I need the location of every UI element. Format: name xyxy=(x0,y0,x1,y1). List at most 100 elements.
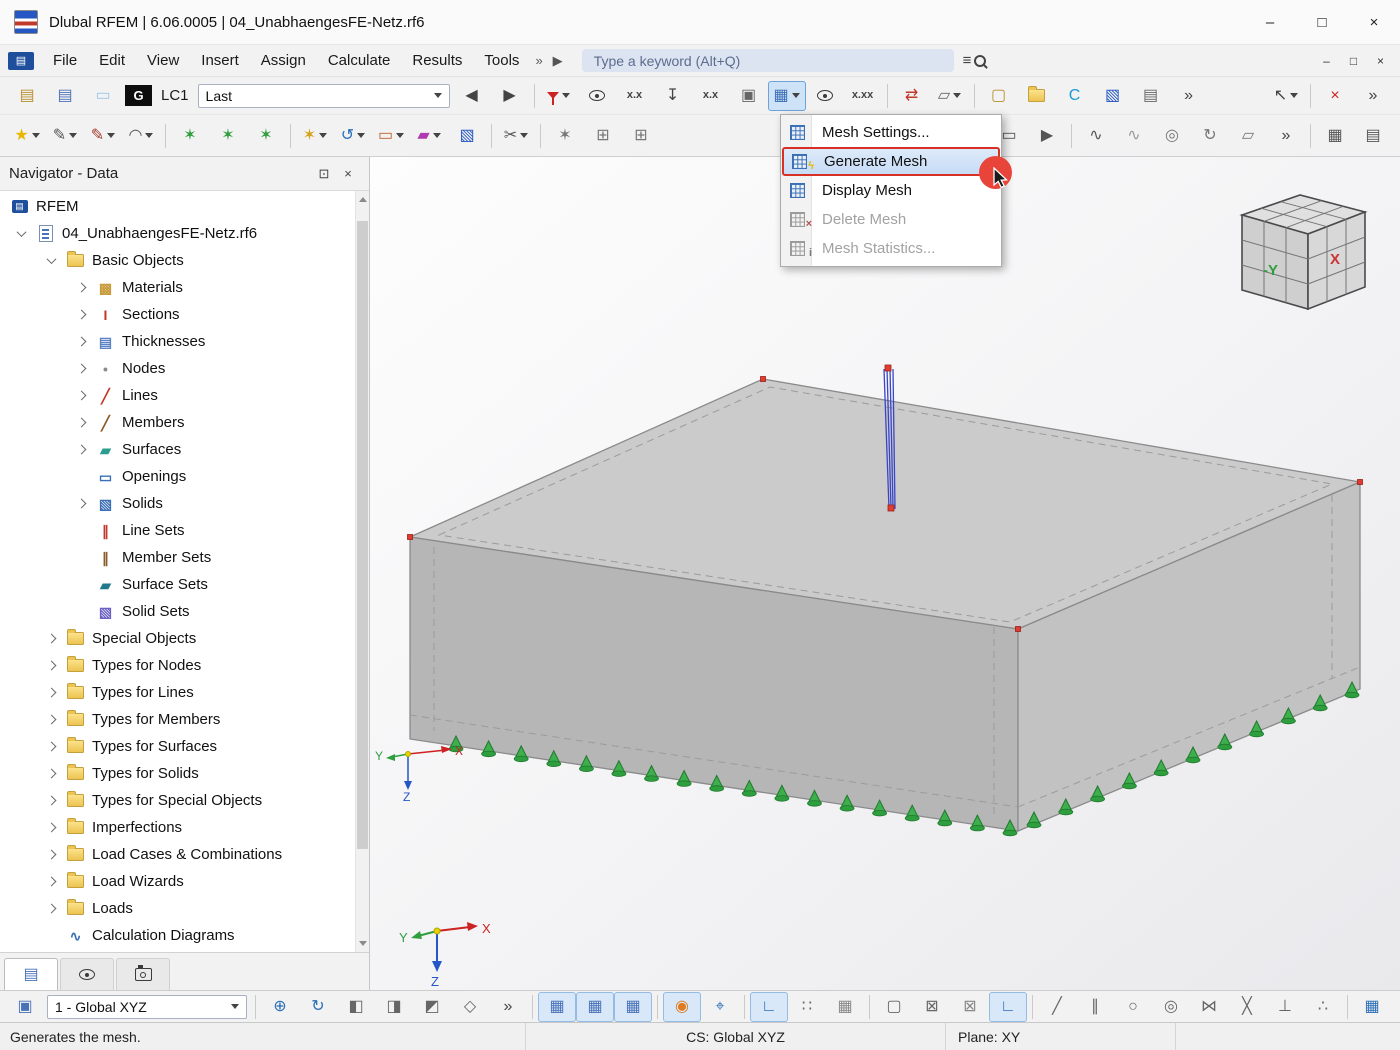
tree-item-load-cases-combinations[interactable]: Load Cases & Combinations xyxy=(0,841,356,868)
tree-item-special-objects[interactable]: Special Objects xyxy=(0,625,356,652)
navigator-panels-icon[interactable]: ▣ xyxy=(6,992,44,1022)
work-plane-icon[interactable]: ∟ xyxy=(750,992,788,1022)
tree-item-types-for-members[interactable]: Types for Members xyxy=(0,706,356,733)
toolbar-overflow2-icon[interactable]: » xyxy=(1354,81,1392,111)
dimensions-icon[interactable]: ↧ xyxy=(654,81,692,111)
tree-expander[interactable] xyxy=(38,851,64,858)
guideline-snap-icon[interactable]: ⌖ xyxy=(701,992,739,1022)
menu-item-generate-mesh[interactable]: ϟGenerate Mesh xyxy=(782,147,1000,176)
isometric-view-icon[interactable]: ◇ xyxy=(451,992,489,1022)
doc-minimize-icon[interactable]: – xyxy=(1313,49,1340,73)
snap-to-grid-icon[interactable]: ▦ xyxy=(826,992,864,1022)
menu-tools[interactable]: Tools xyxy=(473,47,530,74)
tree-expander[interactable] xyxy=(68,365,94,372)
navigator-float-icon[interactable]: ⊡ xyxy=(312,163,336,185)
tree-item-member-sets[interactable]: ∥Member Sets xyxy=(0,544,356,571)
table-settings-icon[interactable]: ▤ xyxy=(1354,121,1392,151)
edit-combinations-icon[interactable]: ▤ xyxy=(46,81,84,111)
tree-expander[interactable] xyxy=(68,392,94,399)
tree-expander[interactable] xyxy=(68,446,94,453)
tree-item-materials[interactable]: ▩Materials xyxy=(0,274,356,301)
copy-rotate-icon[interactable]: ↺ xyxy=(334,121,372,151)
rotate-member-icon[interactable]: ↻ xyxy=(1191,121,1229,151)
cross-snap-icon[interactable]: ⊠ xyxy=(913,992,951,1022)
tree-item-loads[interactable]: Loads xyxy=(0,895,356,922)
regenerate-model-icon[interactable]: ⇄ xyxy=(893,81,931,111)
tree-expander[interactable] xyxy=(38,662,64,669)
result-numbering-icon[interactable]: x.x xyxy=(692,81,730,111)
rfem-application-icon[interactable]: ▧ xyxy=(1094,81,1132,111)
tree-expander[interactable] xyxy=(38,905,64,912)
zoom-all-icon[interactable]: ⊕ xyxy=(261,992,299,1022)
surface-mesh-refinement-icon[interactable]: ⊞ xyxy=(622,121,660,151)
menu-item-display-mesh[interactable]: Display Mesh xyxy=(782,176,1000,205)
tree-item-solids[interactable]: ▧Solids xyxy=(0,490,356,517)
section-views-icon[interactable]: ▱ xyxy=(931,81,969,111)
tree-expander[interactable] xyxy=(8,230,34,237)
new-model-icon[interactable]: ▢ xyxy=(980,81,1018,111)
node-on-line-icon[interactable]: ✶ xyxy=(247,121,285,151)
tree-item-types-for-lines[interactable]: Types for Lines xyxy=(0,679,356,706)
statusbar-plane[interactable]: Plane: XY xyxy=(945,1023,1175,1050)
tree-item-thicknesses[interactable]: ▤Thicknesses xyxy=(0,328,356,355)
navigator-close-icon[interactable]: × xyxy=(336,163,360,185)
tree-item-lines[interactable]: ╱Lines xyxy=(0,382,356,409)
tree-expander[interactable] xyxy=(38,257,64,264)
tree-item-imperfections[interactable]: Imperfections xyxy=(0,814,356,841)
viewport-canvas[interactable]: X Y Z X Y Z xyxy=(370,157,1400,990)
printout-report-icon[interactable]: ▤ xyxy=(1132,81,1170,111)
mesh-refinement-icon[interactable]: ⊞ xyxy=(584,121,622,151)
menu-file[interactable]: File xyxy=(42,47,88,74)
delete-results-icon[interactable]: × xyxy=(1316,81,1354,111)
tree-expander[interactable] xyxy=(38,743,64,750)
filter-icon[interactable] xyxy=(540,81,578,111)
tree-item-members[interactable]: ╱Members xyxy=(0,409,356,436)
tree-expander[interactable] xyxy=(38,635,64,642)
ortho-mode-icon[interactable]: ▢ xyxy=(875,992,913,1022)
new-polygon-surface-icon[interactable]: ▰ xyxy=(410,121,448,151)
edit-load-cases-icon[interactable]: ▤ xyxy=(8,81,46,111)
open-model-icon[interactable] xyxy=(1018,81,1056,111)
scroll-up-icon[interactable] xyxy=(359,197,367,202)
model-viewport[interactable]: X Y Z X Y Z xyxy=(370,157,1400,990)
toolbar-overflow-icon[interactable]: » xyxy=(1170,81,1208,111)
node-between-points-icon[interactable]: ✶ xyxy=(209,121,247,151)
tree-expander[interactable] xyxy=(38,824,64,831)
minimize-icon[interactable]: – xyxy=(1244,0,1296,44)
maximize-icon[interactable]: □ xyxy=(1296,0,1348,44)
tree-expander[interactable] xyxy=(38,878,64,885)
menu-calculate[interactable]: Calculate xyxy=(317,47,402,74)
coordinate-system-combo[interactable]: 1 - Global XYZ xyxy=(47,995,247,1019)
tree-item-nodes[interactable]: •Nodes xyxy=(0,355,356,382)
line-trim-icon[interactable]: ✂ xyxy=(497,121,535,151)
tree-expander[interactable] xyxy=(38,716,64,723)
fe-mesh-numbers-icon[interactable]: ▦ xyxy=(614,992,652,1022)
display-mesh-eye-icon[interactable] xyxy=(806,81,844,111)
tree-item-solid-sets[interactable]: ▧Solid Sets xyxy=(0,598,356,625)
smoothing-icon[interactable]: ∿ xyxy=(1115,121,1153,151)
parallel-snap-icon[interactable]: ∥ xyxy=(1076,992,1114,1022)
object-snap-icon[interactable]: ◉ xyxy=(663,992,701,1022)
tree-expander[interactable] xyxy=(68,311,94,318)
load-values-icon[interactable]: x.x xyxy=(616,81,654,111)
tree-item-basic-objects[interactable]: Basic Objects xyxy=(0,247,356,274)
search-options-icon[interactable]: ≡ xyxy=(963,52,987,69)
navigator-tab-display[interactable] xyxy=(60,958,114,990)
menu-item-mesh-settings[interactable]: Mesh Settings... xyxy=(782,118,1000,147)
view-in-z-icon[interactable]: ◩ xyxy=(413,992,451,1022)
doc-restore-icon[interactable]: □ xyxy=(1340,49,1367,73)
previous-load-case-icon[interactable]: ◀ xyxy=(453,81,491,111)
tree-item-load-wizards[interactable]: Load Wizards xyxy=(0,868,356,895)
fe-mesh-toggle-icon[interactable]: ▦ xyxy=(538,992,576,1022)
tree-item-types-for-special-objects[interactable]: Types for Special Objects xyxy=(0,787,356,814)
tree-expander[interactable] xyxy=(38,689,64,696)
load-case-combo[interactable]: Last xyxy=(198,84,450,108)
load-case-colors-icon[interactable]: ▭ xyxy=(84,81,122,111)
animation-icon[interactable]: ▶ xyxy=(1028,121,1066,151)
tree-item-rfem[interactable]: ▤RFEM xyxy=(0,193,356,220)
table-view-icon[interactable]: ▤ xyxy=(1391,992,1400,1022)
navigation-cube[interactable]: -Y X xyxy=(1242,195,1365,309)
new-rectangle-surface-icon[interactable]: ▭ xyxy=(372,121,410,151)
tree-expander[interactable] xyxy=(38,797,64,804)
grid-icon[interactable]: ∷ xyxy=(788,992,826,1022)
